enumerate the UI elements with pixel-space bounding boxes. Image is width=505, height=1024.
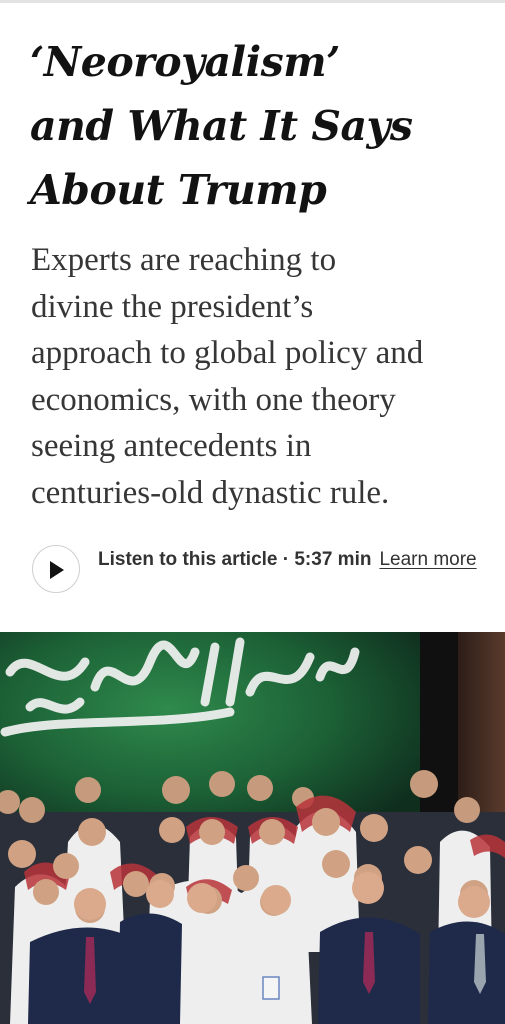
article-summary: Experts are reaching to divine the presi… — [31, 237, 491, 516]
summary-line: Experts are reaching to — [31, 242, 337, 278]
headline-line: and What It Says — [30, 102, 413, 150]
lead-photo — [0, 632, 505, 1024]
play-icon — [50, 561, 64, 579]
summary-line: centuries-old dynastic rule. — [31, 474, 390, 511]
summary-line: approach to global policy and — [31, 335, 424, 371]
summary-line: economics, with one theory — [31, 381, 396, 418]
headline: ‘Neoroyalism’ and What It Says About Tru… — [30, 30, 480, 222]
listen-info: Listen to this article · 5:37 min Learn m… — [98, 548, 478, 571]
summary-line: divine the president’s — [31, 288, 314, 325]
headline-line: About Trump — [30, 166, 327, 214]
summary-line: seeing antecedents in — [31, 428, 312, 464]
top-divider — [0, 0, 505, 3]
headline-line: ‘Neoroyalism’ — [30, 38, 340, 86]
play-button[interactable] — [32, 545, 80, 593]
listen-label: Listen to this article · 5:37 min — [98, 549, 372, 570]
learn-more-link[interactable]: Learn more — [379, 549, 476, 570]
group-photo-illustration — [0, 632, 505, 1024]
audio-player: Listen to this article · 5:37 min Learn m… — [32, 545, 482, 597]
